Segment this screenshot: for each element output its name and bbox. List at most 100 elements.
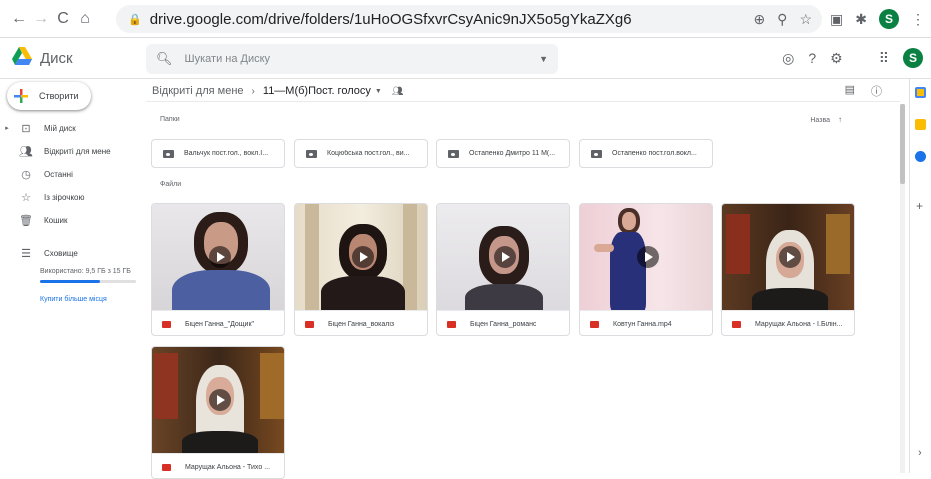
tasks-icon[interactable] — [915, 151, 926, 162]
offline-status-icon[interactable]: ◎ — [782, 50, 794, 67]
folder-item[interactable]: Коцюбська пост.гол., ви... — [294, 139, 428, 168]
reload-icon[interactable]: C — [52, 10, 74, 28]
sidebar-item-label: Із зірочкою — [44, 192, 85, 202]
drive-logo-icon[interactable] — [12, 47, 32, 65]
scrollbar-thumb[interactable] — [900, 104, 905, 184]
settings-icon[interactable]: ⚙ — [830, 50, 843, 67]
play-icon[interactable] — [637, 246, 659, 268]
sort-control[interactable]: Назва ↑ — [810, 115, 842, 124]
chrome-menu-icon[interactable]: ⋮ — [911, 11, 925, 28]
address-bar[interactable]: 🔒 drive.google.com/drive/folders/1uHoOGS… — [116, 5, 822, 33]
shared-icon: 👥︎ — [19, 145, 33, 158]
file-card[interactable]: Ковтун Ганна.mp4 — [579, 203, 713, 336]
sidebar-item-shared[interactable]: 👥︎ Відкриті для мене — [0, 141, 140, 161]
sidebar-item-label: Останні — [44, 169, 73, 179]
folder-name: Остапенко Дмитро 11 М(... — [469, 150, 556, 157]
app-name[interactable]: Диск — [40, 50, 73, 67]
zoom-icon[interactable]: ⚲ — [777, 11, 787, 28]
video-file-icon — [162, 463, 171, 471]
storage-icon: ☰ — [21, 247, 31, 260]
sidebar-item-label: Мій диск — [44, 123, 76, 133]
browser-profile-avatar[interactable]: S — [879, 9, 899, 29]
list-view-icon[interactable]: ▤ — [845, 83, 855, 99]
file-card[interactable]: Марущак Альона - І.Білін... — [721, 203, 855, 336]
breadcrumb-current[interactable]: 11—М(б)Пост. голосу — [263, 85, 371, 97]
help-icon[interactable]: ? — [808, 50, 816, 66]
folder-name: Коцюбська пост.гол., ви... — [327, 150, 410, 157]
files-section-label: Файли — [160, 181, 182, 188]
arrow-up-icon[interactable]: ↑ — [838, 115, 842, 124]
puzzle-icon[interactable]: ✱ — [855, 11, 867, 28]
sidebar-item-my-drive[interactable]: ▸ ⊡ Мій диск — [0, 118, 140, 138]
file-card[interactable]: Марущак Альона - Тихо ... — [151, 346, 285, 479]
account-avatar[interactable]: S — [903, 48, 923, 68]
sidebar: Створити ▸ ⊡ Мій диск 👥︎ Відкриті для ме… — [0, 79, 140, 473]
expand-icon[interactable]: ▸ — [2, 124, 12, 132]
file-card[interactable]: Біцен Ганна_вокаліз — [294, 203, 428, 336]
add-addon-icon[interactable]: + — [916, 199, 923, 213]
chevron-right-icon[interactable]: › — [918, 447, 922, 459]
sidebar-item-starred[interactable]: ☆ Із зірочкою — [0, 187, 140, 207]
sidebar-item-label: Відкриті для мене — [44, 146, 111, 156]
my-drive-icon: ⊡ — [21, 122, 31, 135]
star-icon: ☆ — [21, 191, 31, 204]
forward-icon[interactable]: → — [30, 10, 52, 28]
shared-folder-icon: 👥︎ — [391, 85, 404, 96]
side-panel: + › — [909, 79, 931, 473]
play-icon[interactable] — [209, 389, 231, 411]
file-name: Біцен Ганна_романс — [470, 320, 537, 328]
folder-item[interactable]: Остапенко Дмитро 11 М(... — [436, 139, 570, 168]
keep-icon[interactable] — [915, 119, 926, 130]
play-icon[interactable] — [494, 246, 516, 268]
video-file-icon — [447, 320, 456, 328]
search-options-icon[interactable]: ▼ — [539, 54, 548, 64]
play-icon[interactable] — [779, 246, 801, 268]
video-file-icon — [590, 320, 599, 328]
file-name: Марущак Альона - І.Білін... — [755, 320, 843, 328]
breadcrumb-root[interactable]: Відкриті для мене — [152, 85, 244, 97]
create-label: Створити — [39, 91, 79, 101]
storage-bar — [40, 280, 136, 283]
file-name: Біцен Ганна_вокаліз — [328, 320, 395, 328]
sidebar-item-trash[interactable]: 🗑︎ Кошик — [0, 210, 140, 230]
search-input[interactable]: Шукати на Диску — [185, 53, 540, 65]
main-content: Відкриті для мене › 11—М(б)Пост. голосу … — [146, 79, 900, 479]
buy-storage-link[interactable]: Купити більше місця — [40, 296, 107, 303]
play-icon[interactable] — [352, 246, 374, 268]
extension-icon[interactable]: ▣ — [830, 11, 843, 28]
trash-icon: 🗑︎ — [19, 214, 33, 227]
home-icon[interactable]: ⌂ — [74, 10, 96, 28]
folder-name: Остапенко пост.гол.вокл... — [612, 150, 697, 157]
video-file-icon — [162, 320, 171, 328]
file-card[interactable]: Біцен Ганна_"Дощик" — [151, 203, 285, 336]
chevron-right-icon: › — [251, 85, 255, 97]
url-text[interactable]: drive.google.com/drive/folders/1uHoOGSfx… — [150, 11, 754, 28]
back-icon[interactable]: ← — [8, 10, 30, 28]
browser-toolbar: ← → C ⌂ 🔒 drive.google.com/drive/folders… — [0, 0, 931, 38]
folder-name: Вальчук пост.гол., вокл.І... — [184, 150, 269, 157]
toolbar-divider — [146, 101, 900, 102]
install-icon[interactable]: ⊕ — [753, 11, 765, 28]
chevron-down-icon[interactable]: ▼ — [375, 88, 382, 95]
search-bar[interactable]: 🔍︎ Шукати на Диску ▼ — [146, 44, 558, 74]
sidebar-item-label: Сховище — [44, 248, 78, 258]
create-button[interactable]: Створити — [7, 82, 91, 110]
sidebar-item-recent[interactable]: ◷ Останні — [0, 164, 140, 184]
shared-folder-icon — [163, 149, 174, 158]
play-icon[interactable] — [209, 246, 231, 268]
search-icon[interactable]: 🔍︎ — [156, 51, 173, 67]
file-name: Ковтун Ганна.mp4 — [613, 320, 672, 328]
calendar-icon[interactable] — [915, 87, 926, 98]
info-icon[interactable]: ⓘ — [871, 83, 882, 99]
folder-item[interactable]: Остапенко пост.гол.вокл... — [579, 139, 713, 168]
apps-grid-icon[interactable]: ⠿ — [879, 50, 889, 67]
file-card[interactable]: Біцен Ганна_романс — [436, 203, 570, 336]
sidebar-item-storage[interactable]: ☰ Сховище — [0, 243, 140, 263]
shared-folder-icon — [306, 149, 317, 158]
sort-label[interactable]: Назва — [810, 117, 830, 124]
storage-usage-text: Використано: 9,5 ГБ з 15 ГБ — [40, 268, 131, 275]
bookmark-star-icon[interactable]: ☆ — [799, 11, 812, 28]
folder-item[interactable]: Вальчук пост.гол., вокл.І... — [151, 139, 285, 168]
drive-header: Диск 🔍︎ Шукати на Диску ▼ ◎ ? ⚙ ⠿ S — [0, 38, 931, 78]
video-file-icon — [305, 320, 314, 328]
